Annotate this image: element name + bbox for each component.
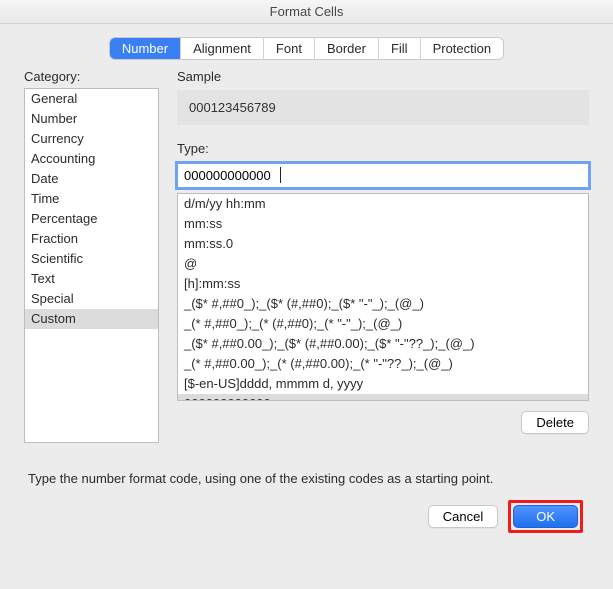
format-item[interactable]: @	[178, 254, 588, 274]
tab-number[interactable]: Number	[110, 38, 181, 59]
format-cells-dialog: Format Cells Number Alignment Font Borde…	[0, 0, 613, 589]
category-item[interactable]: Text	[25, 269, 158, 289]
format-item[interactable]: mm:ss.0	[178, 234, 588, 254]
format-list[interactable]: d/m/yy hh:mmmm:ssmm:ss.0@[h]:mm:ss_($* #…	[177, 193, 589, 401]
type-input[interactable]	[177, 163, 589, 188]
format-item[interactable]: mm:ss	[178, 214, 588, 234]
cancel-button[interactable]: Cancel	[428, 505, 498, 528]
help-text: Type the number format code, using one o…	[24, 443, 589, 500]
window-title: Format Cells	[0, 0, 613, 24]
type-label: Type:	[177, 141, 589, 156]
tab-protection[interactable]: Protection	[421, 38, 504, 59]
tab-alignment[interactable]: Alignment	[181, 38, 264, 59]
category-item[interactable]: Number	[25, 109, 158, 129]
window-title-text: Format Cells	[270, 4, 344, 19]
text-caret	[280, 167, 281, 183]
category-item[interactable]: Time	[25, 189, 158, 209]
category-item[interactable]: Special	[25, 289, 158, 309]
category-item[interactable]: Percentage	[25, 209, 158, 229]
ok-highlight: OK	[508, 500, 583, 533]
category-item[interactable]: Custom	[25, 309, 158, 329]
format-item[interactable]: _(* #,##0.00_);_(* (#,##0.00);_(* "-"??_…	[178, 354, 588, 374]
tab-border[interactable]: Border	[315, 38, 379, 59]
tab-font[interactable]: Font	[264, 38, 315, 59]
format-item[interactable]: [h]:mm:ss	[178, 274, 588, 294]
dialog-footer: Cancel OK	[24, 500, 589, 541]
format-item[interactable]: [$-en-US]dddd, mmmm d, yyyy	[178, 374, 588, 394]
delete-button[interactable]: Delete	[521, 411, 589, 434]
tab-fill[interactable]: Fill	[379, 38, 421, 59]
category-item[interactable]: Fraction	[25, 229, 158, 249]
format-item[interactable]: 000000000000	[178, 394, 588, 401]
sample-label: Sample	[177, 69, 589, 84]
format-item[interactable]: _($* #,##0_);_($* (#,##0);_($* "-"_);_(@…	[178, 294, 588, 314]
tab-bar: Number Alignment Font Border Fill Protec…	[0, 24, 613, 69]
format-item[interactable]: d/m/yy hh:mm	[178, 194, 588, 214]
category-item[interactable]: Accounting	[25, 149, 158, 169]
category-item[interactable]: Date	[25, 169, 158, 189]
category-item[interactable]: General	[25, 89, 158, 109]
category-item[interactable]: Scientific	[25, 249, 158, 269]
category-list[interactable]: GeneralNumberCurrencyAccountingDateTimeP…	[24, 88, 159, 443]
sample-value: 000123456789	[177, 90, 589, 125]
tab-segment: Number Alignment Font Border Fill Protec…	[110, 38, 503, 59]
ok-button[interactable]: OK	[513, 505, 578, 528]
category-item[interactable]: Currency	[25, 129, 158, 149]
format-item[interactable]: _(* #,##0_);_(* (#,##0);_(* "-"_);_(@_)	[178, 314, 588, 334]
category-label: Category:	[24, 69, 159, 84]
format-item[interactable]: _($* #,##0.00_);_($* (#,##0.00);_($* "-"…	[178, 334, 588, 354]
